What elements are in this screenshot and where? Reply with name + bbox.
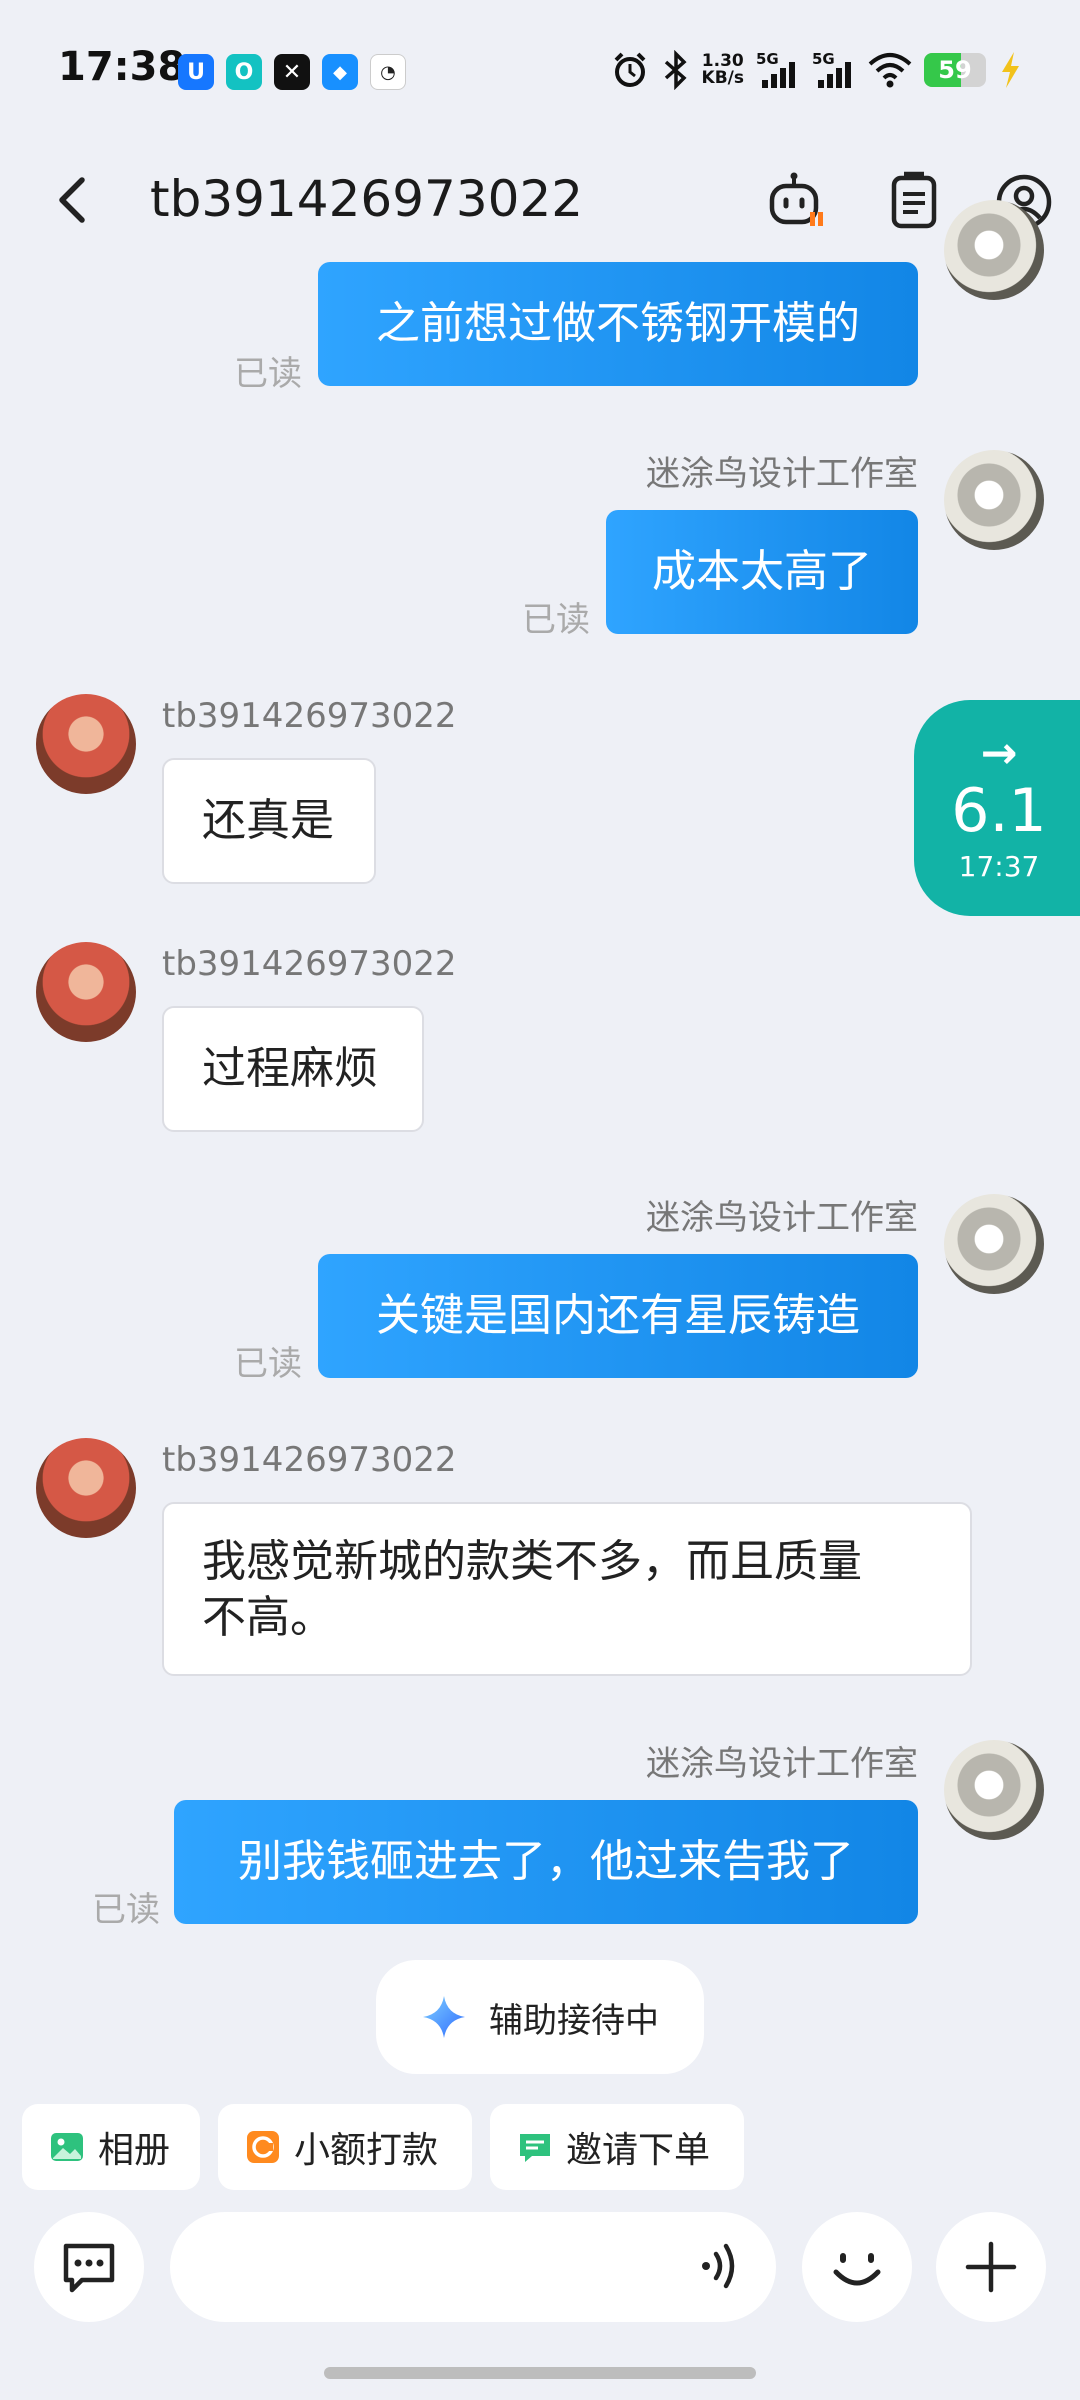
sender-name: tb391426973022 [162, 944, 457, 984]
more-actions-button[interactable] [936, 2212, 1046, 2322]
quick-action-label: 邀请下单 [566, 2130, 711, 2171]
quick-action-album[interactable]: 相册 [22, 2104, 200, 2190]
voice-icon[interactable] [698, 2240, 750, 2292]
emoji-button[interactable] [802, 2212, 912, 2322]
message-bubble-outgoing[interactable]: 关键是国内还有星辰铸造 [318, 1254, 918, 1378]
message-bubble-incoming[interactable]: 我感觉新城的款类不多，而且质量 不高。 [162, 1502, 972, 1676]
message-bubble-incoming[interactable]: 过程麻烦 [162, 1006, 424, 1132]
message-bubble-outgoing[interactable]: 之前想过做不锈钢开模的 [318, 262, 918, 386]
assist-status-pill[interactable]: 辅助接待中 [376, 1960, 704, 2074]
invite-order-icon [520, 2134, 550, 2162]
chat-header: tb391426973022 [0, 140, 1080, 260]
chat-mode-icon [63, 2243, 115, 2293]
widget-value: 6.1 [951, 776, 1047, 846]
o-app-icon: O [226, 54, 262, 90]
avatar[interactable] [944, 1194, 1044, 1294]
quick-action-label: 相册 [98, 2130, 171, 2171]
sender-name: tb391426973022 [162, 696, 457, 736]
message-text-line: 我感觉新城的款类不多，而且质量 [202, 1536, 862, 1587]
emoji-icon [833, 2253, 881, 2286]
avatar[interactable] [944, 450, 1044, 550]
message-text-line: 不高。 [202, 1592, 334, 1643]
read-receipt: 已读 [234, 1344, 302, 1384]
photo-album-icon [51, 2133, 83, 2161]
message-bubble-outgoing[interactable]: 成本太高了 [606, 510, 918, 634]
message-bubble-incoming[interactable]: 还真是 [162, 758, 376, 884]
home-indicator[interactable] [324, 2367, 756, 2379]
assist-label: 辅助接待中 [489, 2000, 659, 2041]
wifi-icon [868, 53, 912, 88]
status-bar: 17:38 U O ✕ ◆ ◔ 1.30 KB/s 5G 5G 59 [0, 0, 1080, 140]
capcut-app-icon: ✕ [274, 54, 310, 90]
alarm-icon [614, 52, 645, 87]
battery-indicator: 59 [924, 53, 986, 87]
status-right-group: 1.30 KB/s 5G 5G 59 [610, 50, 1022, 90]
page-title: tb391426973022 [150, 170, 584, 228]
shield-app-icon: U [178, 54, 214, 90]
status-time: 17:38 [58, 44, 186, 90]
status-app-icons: U O ✕ ◆ ◔ [178, 54, 406, 90]
quick-action-small-payment[interactable]: 小额打款 [218, 2104, 472, 2190]
signal-icon-1: 5G [756, 50, 800, 90]
sender-name: 迷涂鸟设计工作室 [646, 1744, 918, 1784]
avatar[interactable] [36, 1438, 136, 1538]
sender-name: tb391426973022 [162, 1440, 457, 1480]
payment-icon [247, 2131, 279, 2163]
read-receipt: 已读 [522, 600, 590, 640]
chat-screen: 17:38 U O ✕ ◆ ◔ 1.30 KB/s 5G 5G 59 tb391… [0, 0, 1080, 2400]
avatar[interactable] [36, 942, 136, 1042]
floating-speed-widget[interactable]: → 6.1 17:37 [914, 700, 1080, 916]
network-speed: 1.30 KB/s [701, 51, 744, 88]
bluetooth-icon [664, 50, 687, 90]
avatar[interactable] [944, 200, 1044, 300]
avatar[interactable] [944, 1740, 1044, 1840]
message-bubble-outgoing[interactable]: 别我钱砸进去了，他过来告我了 [174, 1800, 918, 1924]
mute-app-icon: ◔ [370, 54, 406, 90]
signal-icon-2: 5G [812, 50, 856, 90]
sender-name: 迷涂鸟设计工作室 [646, 1198, 918, 1238]
read-receipt: 已读 [92, 1890, 160, 1930]
cloud-app-icon: ◆ [322, 54, 358, 90]
quick-action-label: 小额打款 [294, 2130, 439, 2171]
arrow-right-icon: → [980, 728, 1018, 779]
chat-mode-button[interactable] [34, 2212, 144, 2322]
read-receipt: 已读 [234, 354, 302, 394]
message-input[interactable] [170, 2212, 776, 2322]
sender-name: 迷涂鸟设计工作室 [646, 454, 918, 494]
order-list-icon[interactable] [882, 170, 946, 234]
sparkle-icon [423, 1996, 465, 2038]
widget-time: 17:37 [958, 850, 1040, 883]
back-arrow-icon[interactable] [44, 170, 104, 230]
robot-assistant-icon[interactable] [764, 170, 828, 234]
plus-icon [965, 2241, 1017, 2293]
charging-bolt-icon [1002, 52, 1019, 88]
avatar[interactable] [36, 694, 136, 794]
quick-action-invite-order[interactable]: 邀请下单 [490, 2104, 744, 2190]
